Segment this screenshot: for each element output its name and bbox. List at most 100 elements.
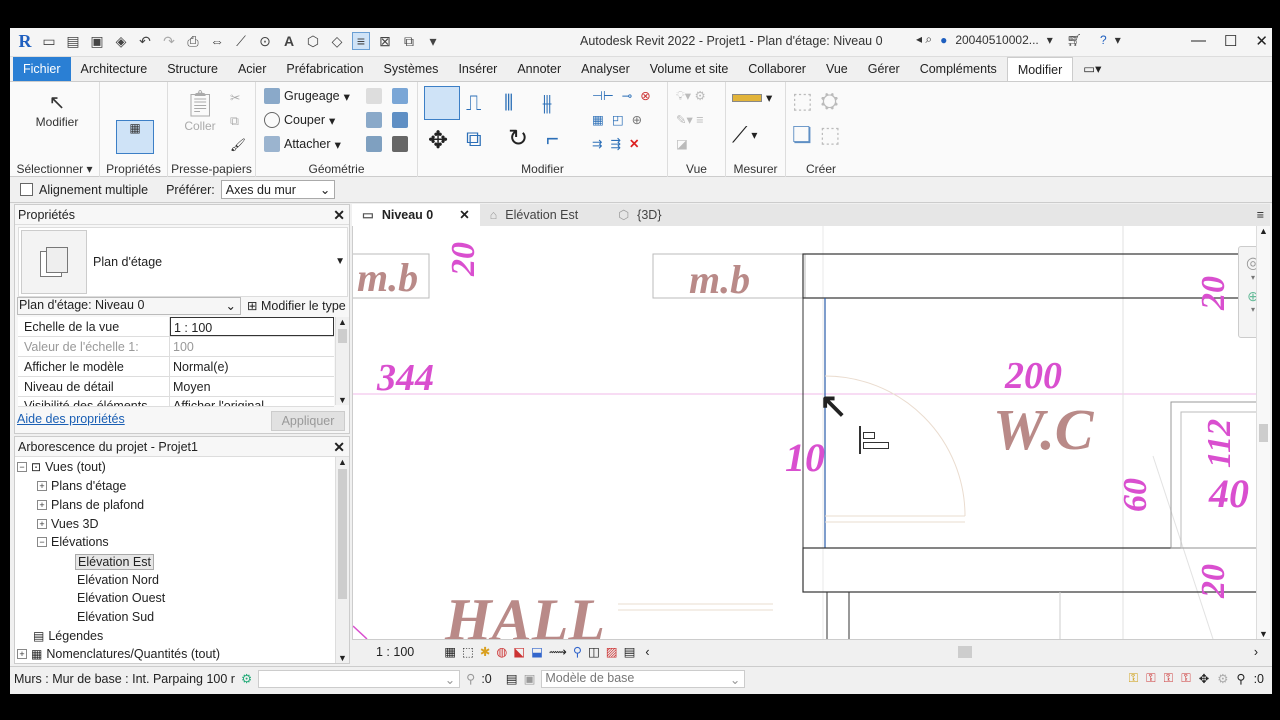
paint-icon[interactable] — [366, 112, 382, 128]
canvas-scrollbar[interactable]: ▲ ▼ — [1256, 226, 1270, 639]
tab-gerer[interactable]: Gérer — [858, 57, 910, 81]
design-options-icon[interactable]: ▤ — [506, 671, 518, 686]
tab-analyser[interactable]: Analyser — [571, 57, 640, 81]
redo-icon[interactable]: ↷ — [160, 32, 178, 50]
apply-button[interactable]: Appliquer — [271, 411, 345, 431]
trim-multiple-icon[interactable]: ⇶ — [610, 136, 620, 151]
detail-level-icon[interactable]: ▦ — [444, 644, 456, 659]
select-by-face-icon[interactable]: ⚿ — [1181, 671, 1191, 686]
chevron-down-icon[interactable]: ▼ — [335, 256, 345, 267]
print-icon[interactable]: ⎙ — [184, 32, 202, 50]
view-scale[interactable]: 1 : 100 — [376, 645, 414, 659]
mirror-axis-icon[interactable]: ⫴ — [504, 90, 534, 118]
mirror-draw-icon[interactable]: ⫵ — [542, 90, 572, 118]
switch-windows-icon[interactable]: ⧉ — [400, 32, 418, 50]
section-icon[interactable]: ◇ — [328, 32, 346, 50]
properties-scrollbar[interactable]: ▲ ▼ — [335, 317, 349, 405]
create-group-icon[interactable]: ❏ — [792, 122, 812, 148]
dimension-20-bottom-right[interactable]: 20 — [1195, 564, 1233, 598]
preferer-select[interactable]: Axes du mur ⌄ — [220, 180, 336, 199]
undo-icon[interactable]: ↶ — [136, 32, 154, 50]
save-icon[interactable]: ▣ — [88, 32, 106, 50]
override-graphics-icon[interactable]: 💡︎▾ ⚙ — [676, 88, 706, 104]
reveal-hidden-icon[interactable]: ◫ — [588, 644, 600, 659]
edit-icon[interactable] — [366, 136, 382, 152]
type-selector[interactable]: Plan d'étage ▼ — [18, 227, 348, 297]
offset-icon[interactable]: ⎍ — [466, 90, 496, 118]
measure-between-icon[interactable]: ▾ — [732, 90, 772, 105]
tab-structure[interactable]: Structure — [157, 57, 228, 81]
create-similar-icon[interactable]: ⬚ — [820, 122, 841, 148]
search-icon[interactable]: ◂ ⌕ — [916, 32, 932, 47]
split-face-icon[interactable] — [392, 88, 408, 104]
visual-style-icon[interactable]: ⬚ — [462, 644, 474, 659]
tab-collaborer[interactable]: Collaborer — [738, 57, 816, 81]
scroll-right-icon[interactable]: › — [1254, 645, 1258, 659]
tab-complements[interactable]: Compléments — [910, 57, 1007, 81]
tree-item-elevation-est[interactable]: Elévation Est — [75, 554, 154, 570]
maximize-icon[interactable]: ☐ — [1224, 32, 1237, 50]
help-dropdown-icon[interactable]: ▾ — [1115, 33, 1121, 47]
split-gap-icon[interactable]: ⊸ — [622, 88, 632, 103]
alignement-multiple-checkbox[interactable] — [20, 183, 33, 196]
horizontal-scroll-thumb[interactable] — [958, 646, 972, 658]
hammer-icon[interactable] — [392, 136, 408, 152]
highlight-icon[interactable]: ▤ — [624, 644, 636, 659]
dimension-60[interactable]: 60 — [1117, 478, 1155, 512]
close-icon[interactable]: ✕ — [1255, 32, 1268, 50]
dimension-344[interactable]: 344 — [377, 356, 434, 400]
dimension-40[interactable]: 40 — [1209, 470, 1249, 517]
tab-niveau-0[interactable]: ▭ Niveau 0 ✕ — [352, 204, 480, 226]
tree-item-plans-etage[interactable]: + Plans d'étage — [37, 479, 126, 493]
design-option-select[interactable]: Modèle de base ⌄ — [541, 669, 746, 688]
tab-prefabrication[interactable]: Préfabrication — [276, 57, 373, 81]
create-assembly-icon[interactable]: ⬚ — [792, 88, 813, 114]
3d-view-icon[interactable]: ⬡ — [304, 32, 322, 50]
filter-icon[interactable]: ⚲ — [466, 671, 475, 686]
contextual-tab-icon[interactable]: ▭▾ — [1073, 57, 1111, 81]
create-parts-icon[interactable]: ⛭ — [821, 88, 839, 114]
tab-annoter[interactable]: Annoter — [507, 57, 571, 81]
properties-help-link[interactable]: Aide des propriétés — [17, 412, 125, 426]
tab-acier[interactable]: Acier — [228, 57, 276, 81]
shadows-icon[interactable]: ◍ — [496, 644, 507, 659]
move-icon[interactable]: ✥ — [428, 126, 448, 155]
aligned-dimension-icon[interactable]: ⟋ ▾ — [732, 122, 757, 148]
drag-elements-icon[interactable]: ✥ — [1199, 671, 1209, 686]
tree-item-plans-plafond[interactable]: + Plans de plafond — [37, 498, 144, 512]
drawing-canvas[interactable]: m.b 20 m.b 344 200 W.C 10 60 20 112 40 2… — [352, 226, 1270, 639]
cut-icon[interactable]: ✂ — [230, 90, 240, 105]
close-hidden-icon[interactable]: ⊠ — [376, 32, 394, 50]
room-label-mb[interactable]: m.b — [689, 256, 750, 303]
tree-item-elevation-ouest[interactable]: Elévation Ouest — [77, 591, 165, 605]
unpin-icon[interactable]: ⊗ — [640, 88, 650, 103]
dimension-20-top-right[interactable]: 20 — [1195, 276, 1233, 310]
linework-icon[interactable]: ✎▾ ≡ — [676, 112, 704, 127]
home-icon[interactable]: ▭ — [40, 32, 58, 50]
sun-path-icon[interactable]: ✱ — [480, 644, 490, 659]
lock-3d-icon[interactable]: ⟿ — [549, 644, 567, 659]
tab-architecture[interactable]: Architecture — [71, 57, 158, 81]
array-icon[interactable]: ▦ — [592, 112, 604, 127]
help-icon[interactable]: ? — [1100, 33, 1107, 47]
chevron-down-icon[interactable]: ▾ — [1047, 33, 1053, 47]
tree-item-vues[interactable]: − ⊡ Vues (tout) — [17, 460, 106, 474]
background-process-icon[interactable]: ⚙ — [1217, 671, 1228, 686]
tab-modifier[interactable]: Modifier — [1006, 57, 1074, 81]
close-icon[interactable]: ✕ — [333, 205, 345, 225]
tree-item-elevation-nord[interactable]: Elévation Nord — [77, 573, 159, 587]
tree-item-nomenclatures[interactable]: + ▦ Nomenclatures/Quantités (tout) — [17, 647, 220, 661]
room-label-mb-left[interactable]: m.b — [357, 254, 418, 301]
grugeage-button[interactable]: Grugeage ▾ — [264, 88, 350, 104]
tab-fichier[interactable]: Fichier — [13, 57, 71, 81]
text-icon[interactable]: A — [280, 32, 298, 50]
room-label-wc[interactable]: W.C — [993, 396, 1093, 463]
customize-qat-icon[interactable]: ▾ — [424, 32, 442, 50]
copy-element-icon[interactable]: ⧉ — [466, 126, 482, 152]
dimension-10[interactable]: 10 — [785, 434, 825, 481]
tab-overflow-icon[interactable]: ≡ — [1257, 208, 1264, 222]
tag-icon[interactable]: ⊙ — [256, 32, 274, 50]
pin-icon[interactable]: ⊕ — [632, 112, 642, 127]
room-label-hall[interactable]: HALL — [445, 586, 605, 639]
modify-type-button[interactable]: ⊞ Modifier le type — [247, 298, 346, 313]
